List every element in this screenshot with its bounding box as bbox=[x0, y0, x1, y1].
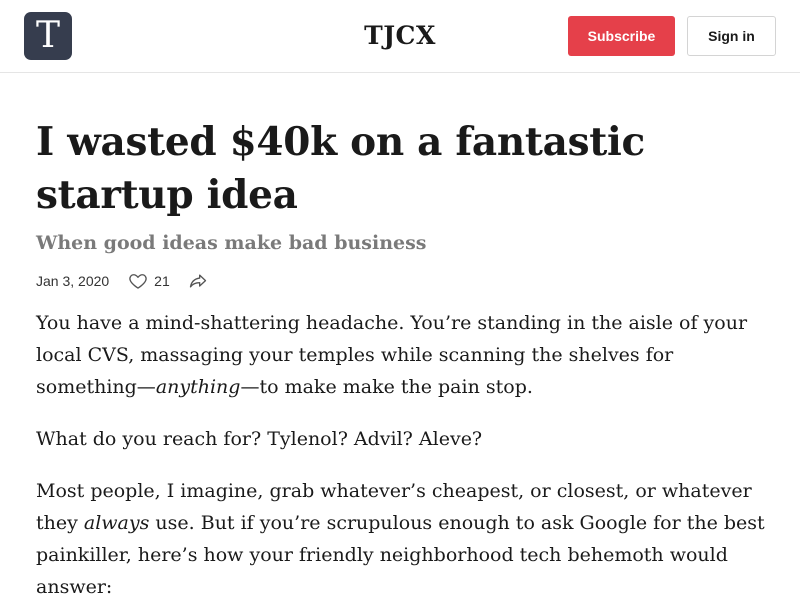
post-date: Jan 3, 2020 bbox=[36, 273, 110, 289]
article: I wasted $40k on a fantastic startup ide… bbox=[36, 116, 766, 600]
like-button[interactable]: 21 bbox=[128, 271, 170, 291]
paragraph-3: Most people, I imagine, grab whatever’s … bbox=[36, 480, 765, 598]
post-title: I wasted $40k on a fantastic startup ide… bbox=[36, 119, 645, 218]
post-body: You have a mind-shattering headache. You… bbox=[36, 307, 766, 600]
emphasis-anything: anything bbox=[155, 376, 241, 398]
heart-icon bbox=[129, 274, 147, 289]
post-subtitle: When good ideas make bad business bbox=[36, 232, 427, 254]
logo-letter: T bbox=[35, 15, 60, 56]
share-button[interactable] bbox=[188, 271, 208, 291]
paragraph-1: You have a mind-shattering headache. You… bbox=[36, 312, 748, 398]
emphasis-always: always bbox=[83, 512, 150, 534]
subscribe-button[interactable]: Subscribe bbox=[568, 16, 675, 56]
paragraph-2: What do you reach for? Tylenol? Advil? A… bbox=[36, 428, 483, 450]
post-meta: Jan 3, 2020 21 bbox=[36, 269, 766, 293]
sign-in-button[interactable]: Sign in bbox=[687, 16, 776, 56]
share-icon bbox=[189, 274, 206, 288]
like-count: 21 bbox=[154, 273, 170, 289]
publication-logo[interactable]: T bbox=[24, 12, 72, 60]
publication-name[interactable]: TJCX bbox=[300, 18, 500, 54]
top-bar: T TJCX Subscribe Sign in bbox=[0, 0, 800, 73]
